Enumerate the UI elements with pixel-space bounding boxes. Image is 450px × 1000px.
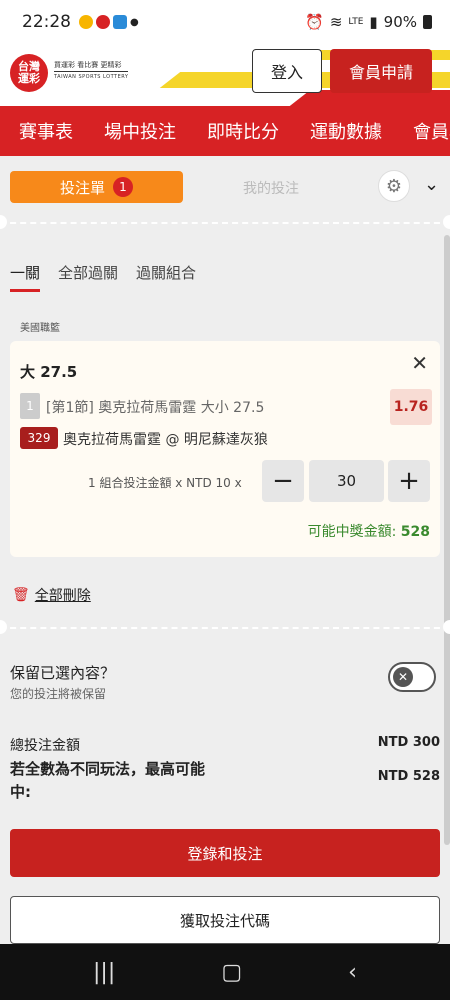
game-code-badge: 329 [20, 427, 58, 449]
bet-card: 大 27.5 ✕ 1 [第1節] 奧克拉荷馬雷霆 大小 27.5 1.76 32… [10, 341, 440, 557]
ticket-notch [443, 215, 450, 229]
odds-badge: 1.76 [390, 389, 432, 425]
close-icon: ✕ [393, 667, 413, 687]
tab-bet-slip[interactable]: 投注單 1 [10, 171, 183, 203]
network-label: LTE [348, 17, 364, 27]
logo-tagline: 買運彩 看比賽 更精彩 TAIWAN SPORTS LOTTERY [54, 60, 129, 83]
chevron-down-icon[interactable]: ⌄ [424, 174, 439, 195]
divider [0, 222, 450, 224]
login-button[interactable]: 登入 [252, 49, 322, 93]
keep-selection-subtitle: 您的投注將被保留 [10, 687, 107, 701]
trash-icon: 🗑 [12, 587, 30, 603]
signal-icon: ▮ [369, 13, 378, 31]
plus-button[interactable]: + [388, 460, 430, 502]
scrollbar[interactable] [444, 235, 450, 845]
max-payout-value: NTD 528 [377, 769, 440, 784]
nav-item-live-score[interactable]: 即時比分 [207, 118, 279, 144]
delete-all-button[interactable]: 🗑 全部刪除 [12, 585, 91, 605]
app-icon [96, 15, 110, 29]
slip-count-badge: 1 [113, 177, 133, 197]
stake-input[interactable]: 30 [309, 460, 384, 502]
get-bet-code-button[interactable]: 獲取投注代碼 [10, 896, 440, 944]
ticket-notch [443, 620, 450, 634]
tab-bet-slip-label: 投注單 [59, 178, 105, 197]
delete-all-label: 全部刪除 [34, 588, 91, 604]
league-label: 美國職籃 [20, 323, 60, 334]
potential-payout: 可能中獎金額: 528 [308, 521, 430, 541]
minus-button[interactable]: − [262, 460, 304, 502]
market-label: [第1節] 奧克拉荷馬雷霆 大小 27.5 [46, 400, 265, 416]
dot-icon: ● [130, 16, 139, 28]
system-nav-bar: ||| ▢ ‹ [0, 944, 450, 1000]
wifi-icon: ≋ [329, 13, 343, 31]
total-stake-value: NTD 300 [377, 735, 440, 750]
divider [0, 627, 450, 629]
bet-type-tabs: 一關 全部過關 過關組合 [10, 262, 196, 292]
nav-item-live-betting[interactable]: 場中投注 [104, 118, 176, 144]
edit-icon [113, 15, 127, 29]
logo-mark: 台灣 運彩 [18, 60, 40, 85]
chat-icon [79, 15, 93, 29]
tab-all-parlay[interactable]: 全部過關 [58, 262, 118, 292]
tab-parlay-combo[interactable]: 過關組合 [136, 262, 196, 292]
back-icon[interactable]: ‹ [348, 960, 357, 985]
match-label: 奧克拉荷馬雷霆 @ 明尼蘇達灰狼 [63, 432, 268, 448]
status-right: ⏰ ≋ LTE ▮ 90% [305, 13, 432, 31]
home-icon[interactable]: ▢ [221, 960, 242, 985]
main-nav: 賽事表 場中投注 即時比分 運動數據 會員專 [0, 106, 450, 156]
leg-number: 1 [20, 393, 40, 419]
battery-icon [423, 15, 432, 29]
bet-slip-panel: 投注單 1 我的投注 ⚙ ⌄ 一關 全部過關 過關組合 美國職籃 大 27.5 … [0, 160, 450, 944]
logo-tagline-text: 買運彩 看比賽 更精彩 [54, 61, 122, 69]
gear-icon[interactable]: ⚙ [378, 170, 410, 202]
keep-selection-toggle[interactable]: ✕ [388, 662, 436, 692]
stake-label: 1 組合投注金額 x NTD 10 x [88, 476, 242, 490]
payout-label: 可能中獎金額: [307, 524, 401, 540]
close-icon[interactable]: ✕ [411, 351, 428, 375]
keep-selection-title: 保留已選內容？ [10, 664, 116, 682]
total-stake-label: 總投注金額 [10, 738, 80, 754]
ticket-notch [0, 620, 7, 634]
slip-tabbar: 投注單 1 我的投注 ⚙ ⌄ [10, 170, 440, 204]
site-header: 台灣 運彩 買運彩 看比賽 更精彩 TAIWAN SPORTS LOTTERY … [0, 44, 450, 106]
logo[interactable]: 台灣 運彩 [10, 54, 48, 92]
selection-title: 大 27.5 [20, 363, 78, 381]
battery-text: 90% [383, 13, 417, 31]
login-and-bet-button[interactable]: 登錄和投注 [10, 829, 440, 877]
register-button[interactable]: 會員申請 [330, 49, 432, 93]
status-bar: 22:28 ● ⏰ ≋ LTE ▮ 90% [0, 0, 450, 44]
tab-my-bets[interactable]: 我的投注 [243, 178, 299, 198]
alarm-icon: ⏰ [305, 13, 324, 31]
ticket-notch [0, 215, 7, 229]
nav-item-member[interactable]: 會員專 [413, 118, 450, 144]
nav-item-schedule[interactable]: 賽事表 [19, 118, 73, 144]
payout-value: 528 [400, 524, 430, 540]
recent-apps-icon[interactable]: ||| [93, 960, 115, 985]
status-time: 22:28 [22, 12, 71, 32]
notification-icons: ● [79, 15, 139, 29]
nav-item-stats[interactable]: 運動數據 [310, 118, 382, 144]
max-payout-label: 若全數為不同玩法，最高可能中: [10, 760, 206, 801]
logo-sub-text: TAIWAN SPORTS LOTTERY [54, 71, 129, 83]
tab-single[interactable]: 一關 [10, 262, 41, 292]
